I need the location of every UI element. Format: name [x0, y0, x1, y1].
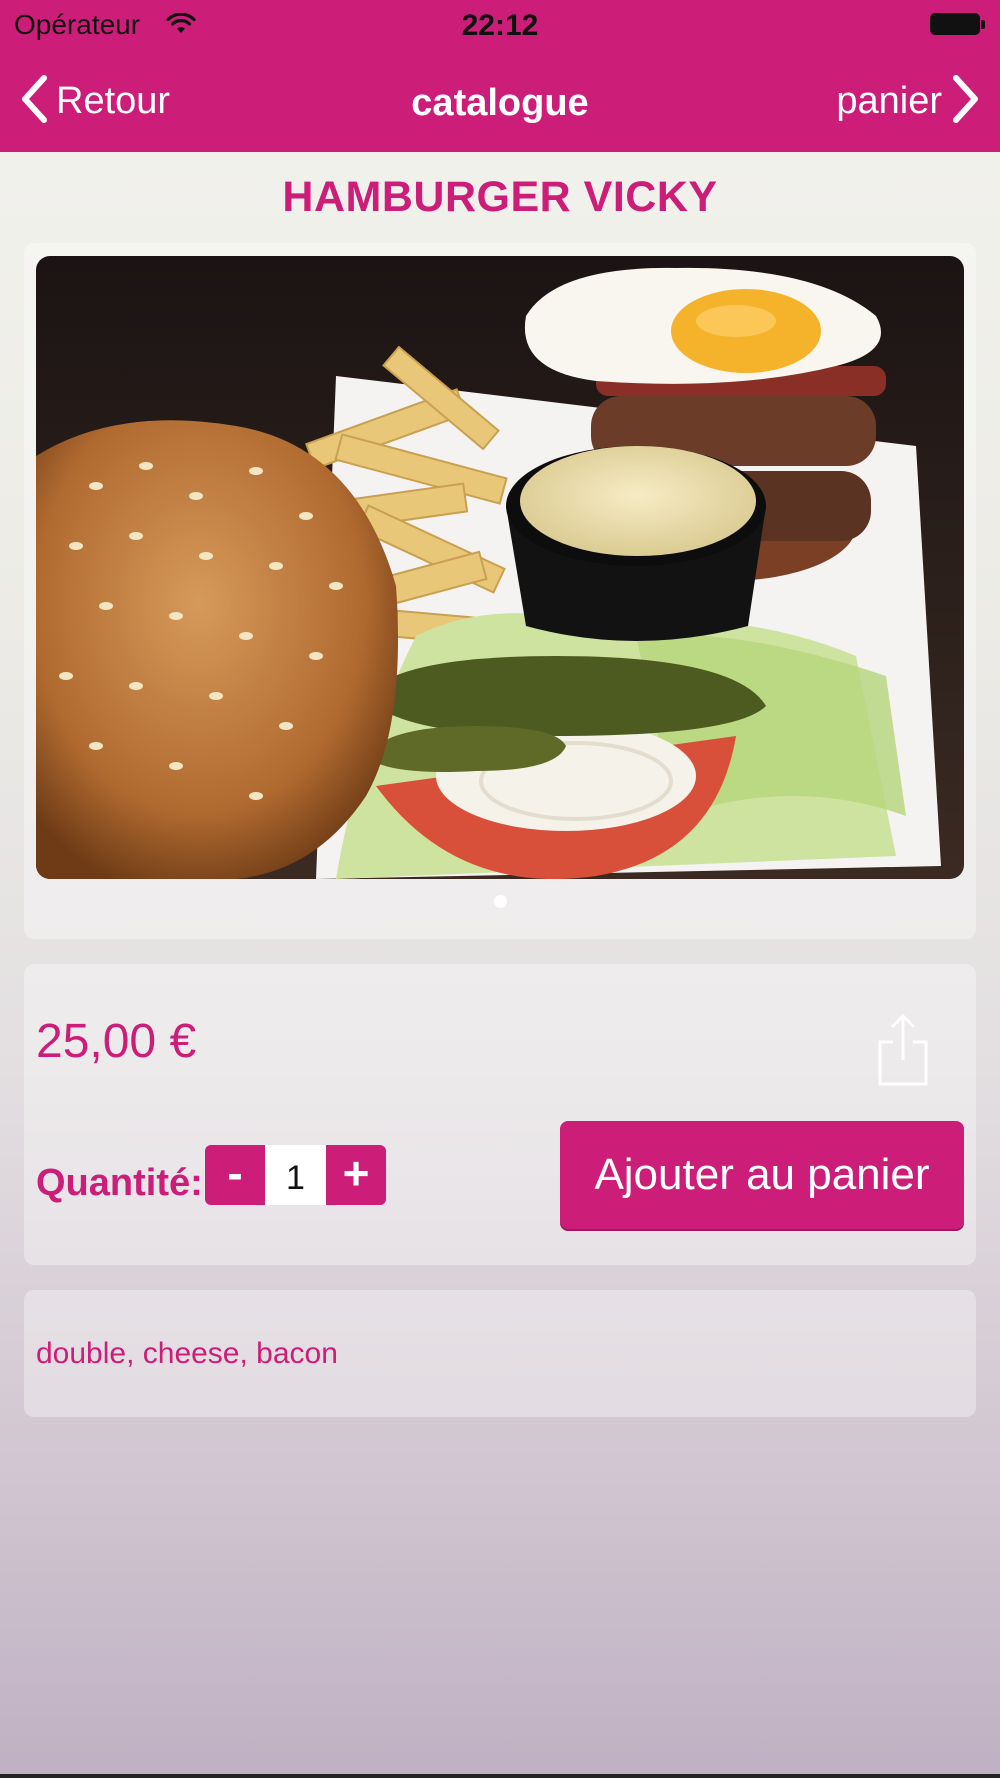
page-indicator-dot[interactable] — [494, 895, 507, 908]
product-image-card — [24, 243, 976, 939]
home-indicator-edge — [0, 1774, 1000, 1778]
description-card: double, cheese, bacon — [24, 1290, 976, 1417]
navigation-bar: Retour catalogue panier — [0, 50, 1000, 152]
chevron-right-icon — [952, 74, 980, 128]
clock: 22:12 — [461, 9, 539, 42]
product-title: HAMBURGER VICKY — [282, 173, 718, 221]
product-photo[interactable] — [36, 256, 964, 879]
cart-button-label: panier — [836, 79, 942, 122]
purchase-card: 25,00 € Quantité: - 1 + Ajouter au panie… — [24, 964, 976, 1265]
quantity-decrease-button[interactable]: - — [205, 1145, 265, 1205]
quantity-label: Quantité: — [36, 1162, 203, 1204]
product-description: double, cheese, bacon — [36, 1337, 338, 1370]
quantity-increase-button[interactable]: + — [326, 1145, 386, 1205]
add-to-cart-button[interactable]: Ajouter au panier — [560, 1121, 964, 1229]
cart-button[interactable]: panier — [836, 74, 980, 128]
share-icon[interactable] — [876, 1013, 930, 1086]
status-bar: Opérateur 22:12 — [0, 0, 1000, 50]
battery-icon — [930, 13, 986, 37]
product-price: 25,00 € — [36, 1015, 197, 1068]
quantity-field[interactable]: 1 — [265, 1145, 326, 1205]
